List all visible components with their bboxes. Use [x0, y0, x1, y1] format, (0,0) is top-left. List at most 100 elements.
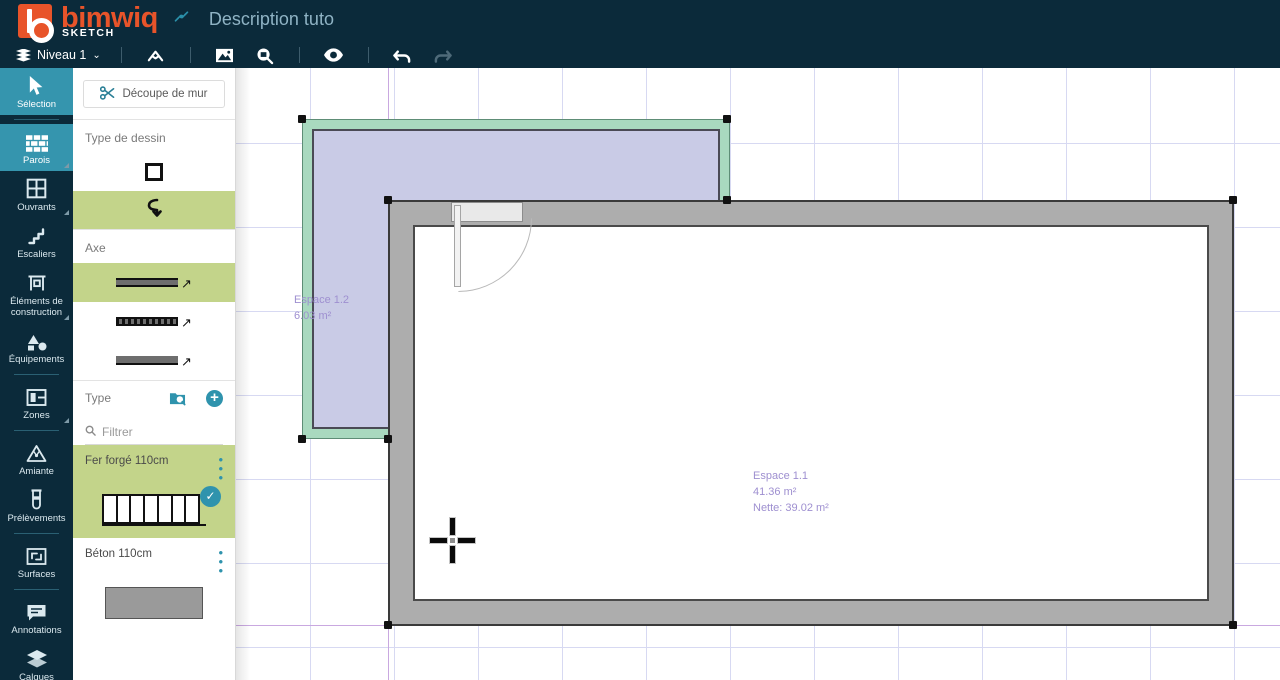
solid-wall-preview-icon: [105, 587, 203, 619]
wall-type-title: Béton 110cm: [85, 548, 152, 560]
sidebar-label: Éléments de construction: [10, 296, 63, 318]
card-header: Fer forgé 110cm • • •: [85, 453, 223, 484]
sidebar-item-prelevements[interactable]: Prélèvements: [0, 482, 73, 529]
vertex-node[interactable]: [384, 196, 392, 204]
toolbar-divider: [189, 47, 191, 63]
sidebar-item-surfaces[interactable]: Surfaces: [0, 538, 73, 585]
brand-area: bimwiq SKETCH Description tuto: [18, 2, 334, 43]
expand-caret-icon: [64, 315, 69, 320]
sidebar-item-zones[interactable]: Zones: [0, 379, 73, 426]
sidebar-label: Sélection: [16, 99, 57, 110]
sidebar-label: Surfaces: [17, 569, 56, 580]
axis-arrow-icon: ↗: [181, 354, 192, 369]
polyline-icon: [142, 197, 166, 223]
vertex-node[interactable]: [1229, 196, 1237, 204]
top-header-bar: bimwiq SKETCH Description tuto Niveau 1 …: [0, 0, 1280, 68]
sidebar-label: Amiante: [19, 466, 54, 477]
space-1-1-label: Espace 1.1 41.36 m² Nette: 39.02 m²: [753, 468, 829, 516]
vertex-node[interactable]: [723, 115, 731, 123]
rail-divider: [14, 533, 59, 534]
axis-arrow-icon: ↗: [181, 276, 192, 291]
draw-type-label: Type de dessin: [85, 131, 166, 145]
axis-option-outside[interactable]: ↗: [73, 341, 235, 380]
axis-option-dashed[interactable]: ↗: [73, 302, 235, 341]
wall-type-card-beton[interactable]: Béton 110cm • • •: [73, 538, 235, 631]
vertex-node[interactable]: [384, 435, 392, 443]
level-selector[interactable]: Niveau 1 ⌄: [10, 46, 107, 64]
floorplan-canvas[interactable]: Espace 1.2 6.03 m² Espace 1.1 41.36 m² Nett…: [236, 68, 1280, 680]
shapes-icon: [26, 329, 48, 351]
sidebar-item-selection[interactable]: Sélection: [0, 68, 73, 115]
link-icon: [173, 8, 190, 30]
zones-icon: [26, 385, 47, 407]
test-tube-icon: [30, 488, 43, 510]
sidebar-label: Escaliers: [17, 249, 56, 260]
draw-type-rectangle-option[interactable]: [73, 153, 235, 191]
top-toolbar: Niveau 1 ⌄: [0, 42, 1280, 68]
railing-preview-icon: [102, 494, 200, 524]
layers-icon: [16, 48, 31, 62]
door-leaf[interactable]: [454, 205, 461, 287]
measure-angle-icon[interactable]: [143, 44, 169, 66]
plus-circle-icon[interactable]: +: [206, 389, 223, 407]
sidebar-item-ouvrants[interactable]: Ouvrants: [0, 171, 73, 218]
axis-option-center[interactable]: ↗: [73, 263, 235, 302]
level-label: Niveau 1: [37, 48, 87, 62]
door-frame[interactable]: [451, 202, 523, 222]
cut-wall-button[interactable]: Découpe de mur: [83, 80, 225, 108]
axis-label: Axe: [85, 241, 106, 255]
sidebar-label: Ouvrants: [17, 202, 56, 213]
cursor-arrow-icon: [28, 74, 45, 96]
space-area: 41.36 m²: [753, 486, 797, 498]
left-sidebar-rail: Sélection Parois Ouvrants Escaliers Élém…: [0, 68, 73, 680]
filter-field-row[interactable]: [85, 419, 223, 445]
expand-caret-icon: [64, 163, 69, 168]
wall-axis-center-icon: [116, 278, 179, 287]
toolbar-divider: [298, 47, 300, 63]
eye-visibility-icon[interactable]: [321, 44, 347, 66]
vertex-node[interactable]: [298, 115, 306, 123]
draw-type-polyline-option[interactable]: [73, 191, 235, 229]
sidebar-item-equipements[interactable]: Équipements: [0, 323, 73, 370]
filter-input[interactable]: [102, 424, 212, 439]
card-header: Béton 110cm • • •: [85, 546, 223, 577]
image-icon[interactable]: [212, 44, 238, 66]
rail-divider: [14, 589, 59, 590]
zoom-measure-icon[interactable]: [252, 44, 278, 66]
surface-expand-icon: [26, 544, 47, 566]
type-section-header: Type +: [73, 381, 235, 415]
window-icon: [26, 177, 47, 199]
stairs-icon: [27, 224, 47, 246]
sidebar-item-escaliers[interactable]: Escaliers: [0, 218, 73, 265]
vertex-node[interactable]: [1229, 621, 1237, 629]
undo-icon[interactable]: [390, 44, 416, 66]
sidebar-item-elements-construction[interactable]: Éléments de construction: [0, 265, 73, 323]
vertex-node[interactable]: [298, 435, 306, 443]
selected-check-icon: ✓: [200, 486, 221, 507]
crosshair-cursor: [430, 518, 476, 564]
sidebar-item-parois[interactable]: Parois: [0, 124, 73, 171]
chevron-down-icon: ⌄: [92, 49, 101, 61]
expand-caret-icon: [64, 418, 69, 423]
kebab-menu-icon[interactable]: • • •: [218, 453, 223, 484]
search-icon: [85, 425, 96, 439]
wall-type-card-fer-forge[interactable]: Fer forgé 110cm • • • ✓: [73, 445, 235, 538]
wall-axis-dashed-icon: [116, 317, 179, 326]
vertex-node[interactable]: [384, 621, 392, 629]
comment-icon: [26, 600, 47, 622]
space-area: 6.03 m²: [294, 310, 332, 322]
catalog-search-icon[interactable]: [169, 390, 186, 406]
type-label: Type: [85, 391, 112, 405]
kebab-menu-icon[interactable]: • • •: [218, 546, 223, 577]
layers-stack-icon: [26, 647, 48, 669]
panel-header: Découpe de mur: [73, 68, 235, 119]
sidebar-item-amiante[interactable]: Amiante: [0, 435, 73, 482]
space-1-1-fill[interactable]: [413, 225, 1209, 601]
sidebar-item-annotations[interactable]: Annotations: [0, 594, 73, 641]
vertex-node[interactable]: [723, 196, 731, 204]
redo-icon[interactable]: [430, 44, 456, 66]
cut-wall-label: Découpe de mur: [122, 88, 208, 100]
toolbar-divider: [120, 47, 122, 63]
rail-divider: [14, 119, 59, 120]
sidebar-item-calques[interactable]: Calques: [0, 641, 73, 680]
